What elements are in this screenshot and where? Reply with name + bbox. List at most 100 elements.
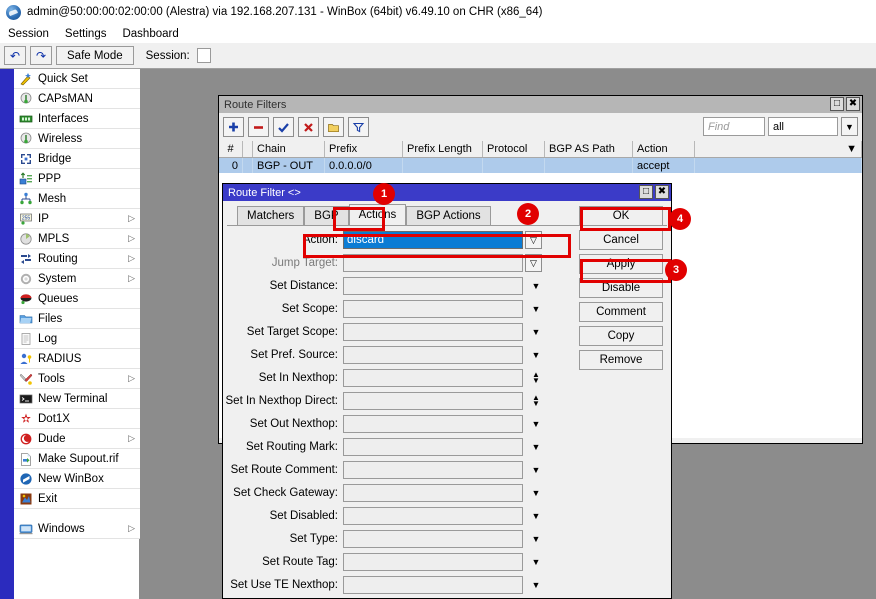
set-in-nexthop-direct-input[interactable] [343, 392, 523, 410]
enable-icon[interactable] [273, 117, 294, 137]
chevron-down-icon[interactable]: ▼ [527, 277, 545, 295]
session-label: Session: [146, 50, 190, 62]
disable-icon[interactable] [298, 117, 319, 137]
set-type-input[interactable] [343, 530, 523, 548]
column-header-bgp-as-path[interactable]: BGP AS Path [545, 141, 633, 157]
set-in-nexthop-input[interactable] [343, 369, 523, 387]
cancel-button[interactable]: Cancel [579, 230, 663, 250]
field-label-set-route-comment: Set Route Comment: [223, 464, 343, 476]
sidebar-item-bridge[interactable]: Bridge [14, 149, 140, 169]
sidebar-item-exit[interactable]: Exit [14, 489, 140, 509]
chevron-down-icon[interactable]: ▼ [527, 438, 545, 456]
sidebar-item-quick-set[interactable]: Quick Set [14, 69, 140, 89]
set-use-te-nexthop-input[interactable] [343, 576, 523, 594]
filter-icon[interactable] [348, 117, 369, 137]
remove-icon[interactable] [248, 117, 269, 137]
spinner-up-down-icon[interactable]: ▲▼ [529, 392, 543, 410]
set-routing-mark-input[interactable] [343, 438, 523, 456]
chevron-down-icon[interactable]: ▼ [527, 323, 545, 341]
menu-item-settings[interactable]: Settings [57, 26, 115, 42]
chevron-down-icon[interactable]: ▼ [527, 484, 545, 502]
filter-select-value[interactable]: all [768, 117, 838, 136]
set-check-gateway-input[interactable] [343, 484, 523, 502]
session-input[interactable] [197, 48, 211, 63]
ok-button[interactable]: OK [579, 206, 663, 226]
chevron-down-icon[interactable]: ▼ [527, 346, 545, 364]
sidebar-item-system[interactable]: System ▷ [14, 269, 140, 289]
chevron-down-icon[interactable]: ▼ [527, 507, 545, 525]
winbox-logo-icon [6, 5, 21, 20]
set-out-nexthop-input[interactable] [343, 415, 523, 433]
menu-item-dashboard[interactable]: Dashboard [114, 26, 186, 42]
sidebar-item-new-terminal[interactable]: New Terminal [14, 389, 140, 409]
remove-button[interactable]: Remove [579, 350, 663, 370]
route-filter-dialog-titlebar: Route Filter <> □ ✖ [223, 184, 671, 201]
action-input[interactable]: discard [343, 231, 523, 249]
set-scope-input[interactable] [343, 300, 523, 318]
set-pref-source-input[interactable] [343, 346, 523, 364]
copy-button[interactable]: Copy [579, 326, 663, 346]
set-target-scope-input[interactable] [343, 323, 523, 341]
sidebar-item-interfaces[interactable]: Interfaces [14, 109, 140, 129]
column-header-chain[interactable]: Chain [253, 141, 325, 157]
sidebar-item-queues[interactable]: Queues [14, 289, 140, 309]
disable-button[interactable]: Disable [579, 278, 663, 298]
maximize-icon[interactable]: □ [639, 185, 653, 199]
undo-icon[interactable]: ↶ [4, 46, 26, 65]
chevron-down-icon[interactable]: ▼ [841, 117, 858, 136]
chevron-down-icon[interactable]: ▼ [527, 415, 545, 433]
sidebar-item-tools[interactable]: Tools ▷ [14, 369, 140, 389]
sidebar-item-new-winbox[interactable]: New WinBox [14, 469, 140, 489]
search-input[interactable]: Find [703, 117, 765, 136]
column-header-flags[interactable] [243, 141, 253, 157]
set-distance-input[interactable] [343, 277, 523, 295]
sidebar-item-windows[interactable]: Windows ▷ [14, 519, 140, 539]
redo-icon[interactable]: ↷ [30, 46, 52, 65]
tab-bgp[interactable]: BGP [304, 206, 348, 225]
apply-button[interactable]: Apply [579, 254, 663, 274]
column-header-action[interactable]: Action [633, 141, 695, 157]
sidebar-item-routing[interactable]: Routing ▷ [14, 249, 140, 269]
chevron-down-icon[interactable]: ▼ [527, 461, 545, 479]
tab-bgp-actions[interactable]: BGP Actions [406, 206, 490, 225]
column-header-prefix-length[interactable]: Prefix Length [403, 141, 483, 157]
set-route-comment-input[interactable] [343, 461, 523, 479]
sidebar-item-ip[interactable]: 255 IP ▷ [14, 209, 140, 229]
menu-item-session[interactable]: Session [0, 26, 57, 42]
chevron-down-icon[interactable]: ▼ [527, 530, 545, 548]
column-options-icon[interactable]: ▼ [695, 141, 862, 157]
sidebar-item-dude[interactable]: Dude ▷ [14, 429, 140, 449]
jump-target-input[interactable] [343, 254, 523, 272]
sidebar-item-wireless[interactable]: Wireless [14, 129, 140, 149]
add-icon[interactable] [223, 117, 244, 137]
sidebar-item-radius[interactable]: RADIUS [14, 349, 140, 369]
sidebar-item-make-supout[interactable]: Make Supout.rif [14, 449, 140, 469]
chevron-down-icon[interactable]: ▽ [525, 231, 542, 249]
tab-matchers[interactable]: Matchers [237, 206, 304, 225]
set-disabled-input[interactable] [343, 507, 523, 525]
comment-button[interactable]: Comment [579, 302, 663, 322]
spinner-up-down-icon[interactable]: ▲▼ [529, 369, 543, 387]
safe-mode-button[interactable]: Safe Mode [56, 46, 134, 65]
sidebar-item-log[interactable]: Log [14, 329, 140, 349]
chevron-down-icon[interactable]: ▼ [527, 300, 545, 318]
close-icon[interactable]: ✖ [846, 97, 860, 111]
sidebar-item-mesh[interactable]: Mesh [14, 189, 140, 209]
column-header-protocol[interactable]: Protocol [483, 141, 545, 157]
sidebar-item-dot1x[interactable]: Dot1X [14, 409, 140, 429]
close-icon[interactable]: ✖ [655, 185, 669, 199]
chevron-down-icon[interactable]: ▼ [527, 576, 545, 594]
table-row[interactable]: 0 BGP - OUT 0.0.0.0/0 accept [219, 158, 862, 173]
sidebar-item-capsman[interactable]: CAPsMAN [14, 89, 140, 109]
column-header-num[interactable]: # [219, 141, 243, 157]
set-route-tag-input[interactable] [343, 553, 523, 571]
maximize-icon[interactable]: □ [830, 97, 844, 111]
chevron-down-icon[interactable]: ▼ [527, 553, 545, 571]
tab-actions[interactable]: Actions [349, 204, 407, 225]
column-header-prefix[interactable]: Prefix [325, 141, 403, 157]
sidebar-item-mpls[interactable]: MPLS ▷ [14, 229, 140, 249]
chevron-down-icon[interactable]: ▽ [525, 254, 542, 272]
comment-icon[interactable] [323, 117, 344, 137]
sidebar-item-ppp[interactable]: PPP [14, 169, 140, 189]
sidebar-item-files[interactable]: Files [14, 309, 140, 329]
